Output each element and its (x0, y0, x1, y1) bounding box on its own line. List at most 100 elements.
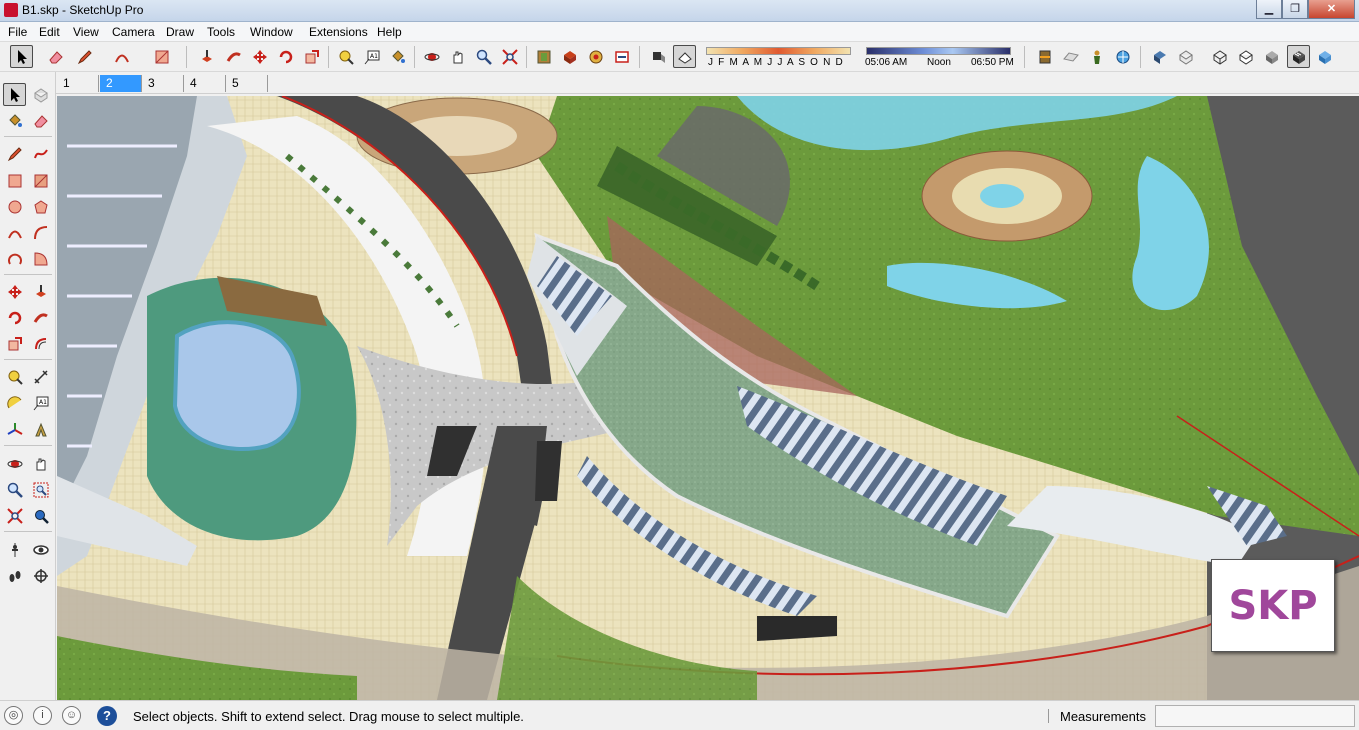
shadow-month-slider[interactable]: J F M A M J J A S O N D (704, 45, 854, 69)
components-icon[interactable] (558, 45, 581, 68)
close-button[interactable]: ✕ (1308, 0, 1355, 19)
sandbox-icon[interactable] (1059, 45, 1082, 68)
menu-window[interactable]: Window (246, 24, 297, 40)
zoom-window-icon[interactable] (29, 478, 52, 501)
freehand-icon[interactable] (29, 142, 52, 165)
menu-edit[interactable]: Edit (35, 24, 64, 40)
zoom-icon[interactable] (3, 478, 26, 501)
style-monochrome-icon[interactable] (1313, 45, 1336, 68)
style-shaded-icon[interactable] (1260, 45, 1283, 68)
look-around-icon[interactable] (29, 538, 52, 561)
polygon-icon[interactable] (29, 195, 52, 218)
fog-icon[interactable] (673, 45, 696, 68)
eraser-icon[interactable] (29, 109, 52, 132)
pencil-line-icon[interactable] (3, 142, 26, 165)
menu-file[interactable]: File (4, 24, 31, 40)
geo-location-status-icon[interactable]: ◎ (4, 706, 23, 725)
status-divider (1048, 709, 1049, 723)
user-account-icon[interactable]: ☺ (62, 706, 81, 725)
make-component-icon[interactable] (29, 83, 52, 106)
scene-tab-4[interactable]: 4 (184, 75, 226, 92)
text-icon[interactable]: A1 (360, 45, 383, 68)
menu-tools[interactable]: Tools (203, 24, 239, 40)
move-icon[interactable] (3, 280, 26, 303)
menu-help[interactable]: Help (373, 24, 406, 40)
position-camera-icon[interactable] (1085, 45, 1108, 68)
style-backedges-icon[interactable] (1174, 45, 1197, 68)
zoom-icon[interactable] (472, 45, 495, 68)
rotate-icon[interactable] (274, 45, 297, 68)
style-hidden-line-icon[interactable] (1234, 45, 1257, 68)
menu-draw[interactable]: Draw (162, 24, 198, 40)
eraser-icon[interactable] (44, 45, 67, 68)
section-plane-icon[interactable] (1033, 45, 1056, 68)
scene-tab-1[interactable]: 1 (57, 75, 99, 92)
minimize-button[interactable]: ▁ (1256, 0, 1282, 19)
3d-text-icon[interactable] (29, 418, 52, 441)
help-icon[interactable]: ? (97, 706, 117, 726)
move-icon[interactable] (248, 45, 271, 68)
zoom-extents-icon[interactable] (3, 504, 26, 527)
dimension-icon[interactable] (29, 365, 52, 388)
model-info-icon[interactable] (532, 45, 555, 68)
shadows-icon[interactable] (646, 45, 669, 68)
maximize-button[interactable]: ❐ (1282, 0, 1308, 19)
arc-icon[interactable] (29, 221, 52, 244)
time-start-label: 05:06 AM (865, 57, 908, 68)
tape-measure-icon[interactable] (334, 45, 357, 68)
measurements-label: Measurements (1060, 709, 1146, 724)
style-wireframe-icon[interactable] (1208, 45, 1231, 68)
shape-icon[interactable] (150, 45, 173, 68)
axes-icon[interactable] (3, 418, 26, 441)
scene-tab-5[interactable]: 5 (226, 75, 268, 92)
style-textured-icon[interactable] (1287, 45, 1310, 68)
position-camera-icon[interactable] (3, 538, 26, 561)
select-icon[interactable] (3, 83, 26, 106)
pan-icon[interactable] (29, 452, 52, 475)
scale-icon[interactable] (3, 332, 26, 355)
select-icon[interactable] (10, 45, 33, 68)
pencil-line-icon[interactable] (73, 45, 96, 68)
pan-icon[interactable] (446, 45, 469, 68)
paint-bucket-icon[interactable] (3, 109, 26, 132)
orbit-icon[interactable] (3, 452, 26, 475)
text-icon[interactable]: A1 (29, 391, 52, 414)
orbit-icon[interactable] (420, 45, 443, 68)
warehouse-icon[interactable] (584, 45, 607, 68)
extension-icon[interactable] (610, 45, 633, 68)
scene-tab-2[interactable]: 2 (100, 75, 142, 92)
push-pull-icon[interactable] (195, 45, 218, 68)
paint-bucket-icon[interactable] (386, 45, 409, 68)
push-pull-icon[interactable] (29, 280, 52, 303)
model-viewport[interactable]: SKP (57, 96, 1359, 700)
rotate-icon[interactable] (3, 306, 26, 329)
scene-tab-3[interactable]: 3 (142, 75, 184, 92)
style-xray-icon[interactable] (1148, 45, 1171, 68)
arc-icon[interactable] (110, 45, 133, 68)
offset-icon[interactable] (29, 332, 52, 355)
menu-view[interactable]: View (69, 24, 103, 40)
measurements-input[interactable] (1155, 705, 1355, 727)
walk-icon[interactable] (3, 564, 26, 587)
follow-me-icon[interactable] (222, 45, 245, 68)
rectangle-icon[interactable] (3, 169, 26, 192)
two-point-arc-icon[interactable] (3, 221, 26, 244)
shadow-time-slider[interactable]: 05:06 AM Noon 06:50 PM (864, 45, 1016, 69)
status-bar: ◎ i ☺ ? Select objects. Shift to extend … (0, 700, 1359, 730)
credits-icon[interactable]: i (33, 706, 52, 725)
site-plan-render (57, 96, 1359, 700)
menu-extensions[interactable]: Extensions (305, 24, 372, 40)
geo-location-icon[interactable] (1111, 45, 1134, 68)
circle-icon[interactable] (3, 195, 26, 218)
pie-icon[interactable] (29, 247, 52, 270)
protractor-icon[interactable] (3, 391, 26, 414)
section-plane-icon[interactable] (29, 564, 52, 587)
three-point-arc-icon[interactable] (3, 247, 26, 270)
zoom-extents-icon[interactable] (498, 45, 521, 68)
rotated-rectangle-icon[interactable] (29, 169, 52, 192)
scale-icon[interactable] (300, 45, 323, 68)
previous-view-icon[interactable] (29, 504, 52, 527)
menu-camera[interactable]: Camera (108, 24, 159, 40)
tape-measure-icon[interactable] (3, 365, 26, 388)
follow-me-icon[interactable] (29, 306, 52, 329)
